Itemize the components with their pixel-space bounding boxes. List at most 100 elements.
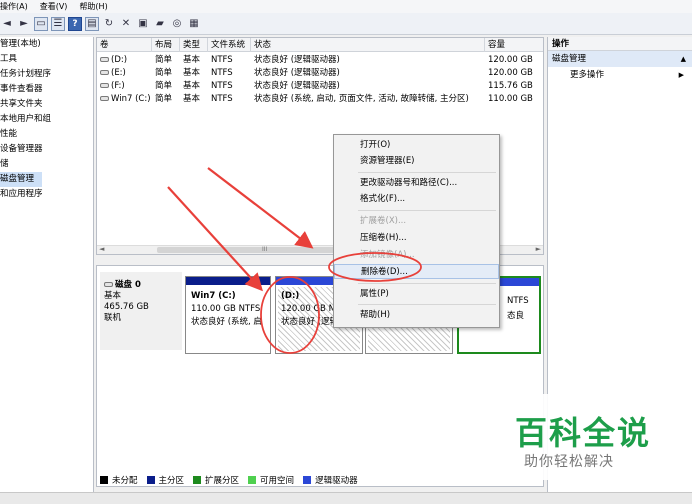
disk-icon — [104, 282, 113, 287]
capacity-cell: 110.00 GB — [488, 94, 533, 104]
volume-cell: (E:) — [97, 67, 152, 79]
menu-separator — [358, 304, 496, 305]
console-tree-icon[interactable]: ▭ — [34, 16, 48, 31]
type-cell: 基本 — [183, 55, 201, 65]
layout-cell: 简单 — [155, 81, 173, 91]
menu-item-shrink[interactable]: 压缩卷(H)... — [334, 231, 499, 246]
fs-cell: NTFS — [211, 94, 233, 104]
column-capacity[interactable]: 容量 — [485, 38, 543, 52]
menu-item-open[interactable]: 打开(O) — [334, 138, 499, 153]
watermark: 百科全说 助你轻松解决 — [493, 394, 692, 480]
status-cell: 状态良好 (系统, 启动, 页面文件, 活动, 故障转储, 主分区) — [254, 94, 469, 104]
menu-item-change-letter[interactable]: 更改驱动器号和路径(C)... — [334, 176, 499, 191]
watermark-title: 百科全说 — [515, 414, 652, 452]
partition-bar — [186, 277, 270, 285]
tree-item[interactable]: 共享文件夹 — [0, 97, 93, 112]
menu-action[interactable]: 操作(A) — [0, 1, 28, 12]
delete-icon[interactable]: ✕ — [119, 17, 133, 31]
actions-section-disk-management[interactable]: 磁盘管理 ▲ — [548, 51, 692, 67]
volume-name: (D:) — [111, 55, 128, 65]
menu-item-format[interactable]: 格式化(F)... — [334, 192, 499, 207]
drive-icon — [100, 83, 109, 88]
legend-swatch — [248, 476, 257, 484]
tree-item[interactable]: 工具 — [0, 52, 93, 67]
tree-item[interactable]: 性能 — [0, 127, 93, 142]
column-layout[interactable]: 布局 — [152, 38, 180, 52]
menu-view[interactable]: 查看(V) — [40, 1, 68, 12]
legend-label: 扩展分区 — [205, 476, 240, 486]
menu-item-explorer[interactable]: 资源管理器(E) — [334, 154, 499, 169]
collapse-up-icon[interactable]: ▲ — [681, 51, 686, 67]
menu-separator — [358, 283, 496, 284]
tree-item-disk-management[interactable]: 磁盘管理 — [0, 172, 42, 187]
tree-item[interactable]: 和应用程序 — [0, 187, 93, 202]
partition-size: NTFS — [507, 296, 529, 306]
export-icon[interactable]: ▣ — [136, 17, 150, 31]
disk-type: 基本 — [104, 291, 122, 301]
actions-section-label: 磁盘管理 — [552, 54, 587, 64]
submenu-arrow-icon: ▶ — [678, 71, 684, 79]
tree-item[interactable]: 本地用户和组 — [0, 112, 93, 127]
actions-header: 操作 — [548, 37, 692, 51]
column-status[interactable]: 状态 — [251, 38, 485, 52]
volume-cell: Win7 (C:) — [97, 93, 152, 105]
menu-bar: 操作(A) 查看(V) 帮助(H) — [0, 0, 692, 13]
capacity-cell: 115.76 GB — [488, 81, 533, 91]
tree-item[interactable]: 任务计划程序 — [0, 67, 93, 82]
legend-label: 逻辑驱动器 — [315, 476, 358, 486]
scroll-left-icon[interactable]: ◄ — [99, 245, 104, 253]
menu-separator — [358, 210, 496, 211]
column-filesystem[interactable]: 文件系统 — [208, 38, 251, 52]
capacity-cell: 120.00 GB — [488, 55, 533, 65]
table-row[interactable]: (E:) 简单 基本 NTFS 状态良好 (逻辑驱动器) 120.00 GB — [97, 67, 543, 79]
partition-title: Win7 (C:) — [191, 291, 236, 301]
menu-item-properties[interactable]: 属性(P) — [334, 287, 499, 302]
open-folder-icon[interactable]: ▰ — [153, 17, 167, 31]
menu-help[interactable]: 帮助(H) — [79, 1, 107, 12]
tree-item[interactable]: 设备管理器 — [0, 142, 93, 157]
disk-status: 联机 — [104, 313, 122, 323]
disk-size: 465.76 GB — [104, 302, 149, 312]
back-arrow-icon[interactable]: ◄ — [0, 17, 14, 31]
refresh-icon[interactable]: ↻ — [102, 17, 116, 31]
settings-icon[interactable]: ▦ — [187, 17, 201, 31]
forward-arrow-icon[interactable]: ► — [17, 17, 31, 31]
console-tree: 管理(本地) 工具 任务计划程序 事件查看器 共享文件夹 本地用户和组 性能 设… — [0, 37, 94, 492]
legend-label: 未分配 — [112, 476, 138, 486]
legend-swatch — [303, 476, 312, 484]
disk-label[interactable]: 磁盘 0 基本 465.76 GB 联机 — [100, 272, 182, 350]
volume-cell: (F:) — [97, 80, 152, 92]
legend-swatch — [146, 476, 155, 484]
volume-name: (F:) — [111, 81, 125, 91]
more-actions-item[interactable]: 更多操作 ▶ — [548, 67, 692, 83]
table-row[interactable]: Win7 (C:) 简单 基本 NTFS 状态良好 (系统, 启动, 页面文件,… — [97, 93, 543, 105]
column-type[interactable]: 类型 — [180, 38, 208, 52]
partition-c[interactable]: Win7 (C:) 110.00 GB NTFS 状态良好 (系统, 启 — [185, 276, 271, 354]
partition-status: 态良 — [507, 311, 525, 321]
magnify-icon[interactable]: ◎ — [170, 17, 184, 31]
help-icon[interactable]: ? — [68, 16, 82, 31]
status-cell: 状态良好 (逻辑驱动器) — [254, 81, 340, 91]
drive-icon — [100, 70, 109, 75]
fs-cell: NTFS — [211, 81, 233, 91]
partition-status: 状态良好 (系统, 启 — [191, 317, 262, 327]
properties-icon[interactable]: ▤ — [85, 16, 99, 31]
table-row[interactable]: (D:) 简单 基本 NTFS 状态良好 (逻辑驱动器) 120.00 GB — [97, 54, 543, 66]
tree-item[interactable]: 储 — [0, 157, 93, 172]
disk-title: 磁盘 0 — [100, 272, 182, 291]
table-row[interactable]: (F:) 简单 基本 NTFS 状态良好 (逻辑驱动器) 115.76 GB — [97, 80, 543, 92]
menu-item-help[interactable]: 帮助(H) — [334, 308, 499, 323]
drive-icon — [100, 57, 109, 62]
partition-legend: 未分配 主分区 扩展分区 可用空间 逻辑驱动器 — [100, 474, 540, 486]
watermark-subtitle: 助你轻松解决 — [524, 454, 614, 470]
status-cell: 状态良好 (逻辑驱动器) — [254, 55, 340, 65]
type-cell: 基本 — [183, 68, 201, 78]
list-view-icon[interactable]: ☰ — [51, 16, 65, 31]
menu-item-delete-volume[interactable]: 删除卷(D)... — [334, 264, 499, 279]
tree-item[interactable]: 事件查看器 — [0, 82, 93, 97]
tree-item[interactable]: 管理(本地) — [0, 37, 93, 52]
menu-separator — [358, 172, 496, 173]
scroll-right-icon[interactable]: ► — [536, 245, 541, 253]
column-volume[interactable]: 卷 — [97, 38, 152, 52]
menu-item-add-mirror: 添加镜像(A)... — [360, 250, 415, 260]
